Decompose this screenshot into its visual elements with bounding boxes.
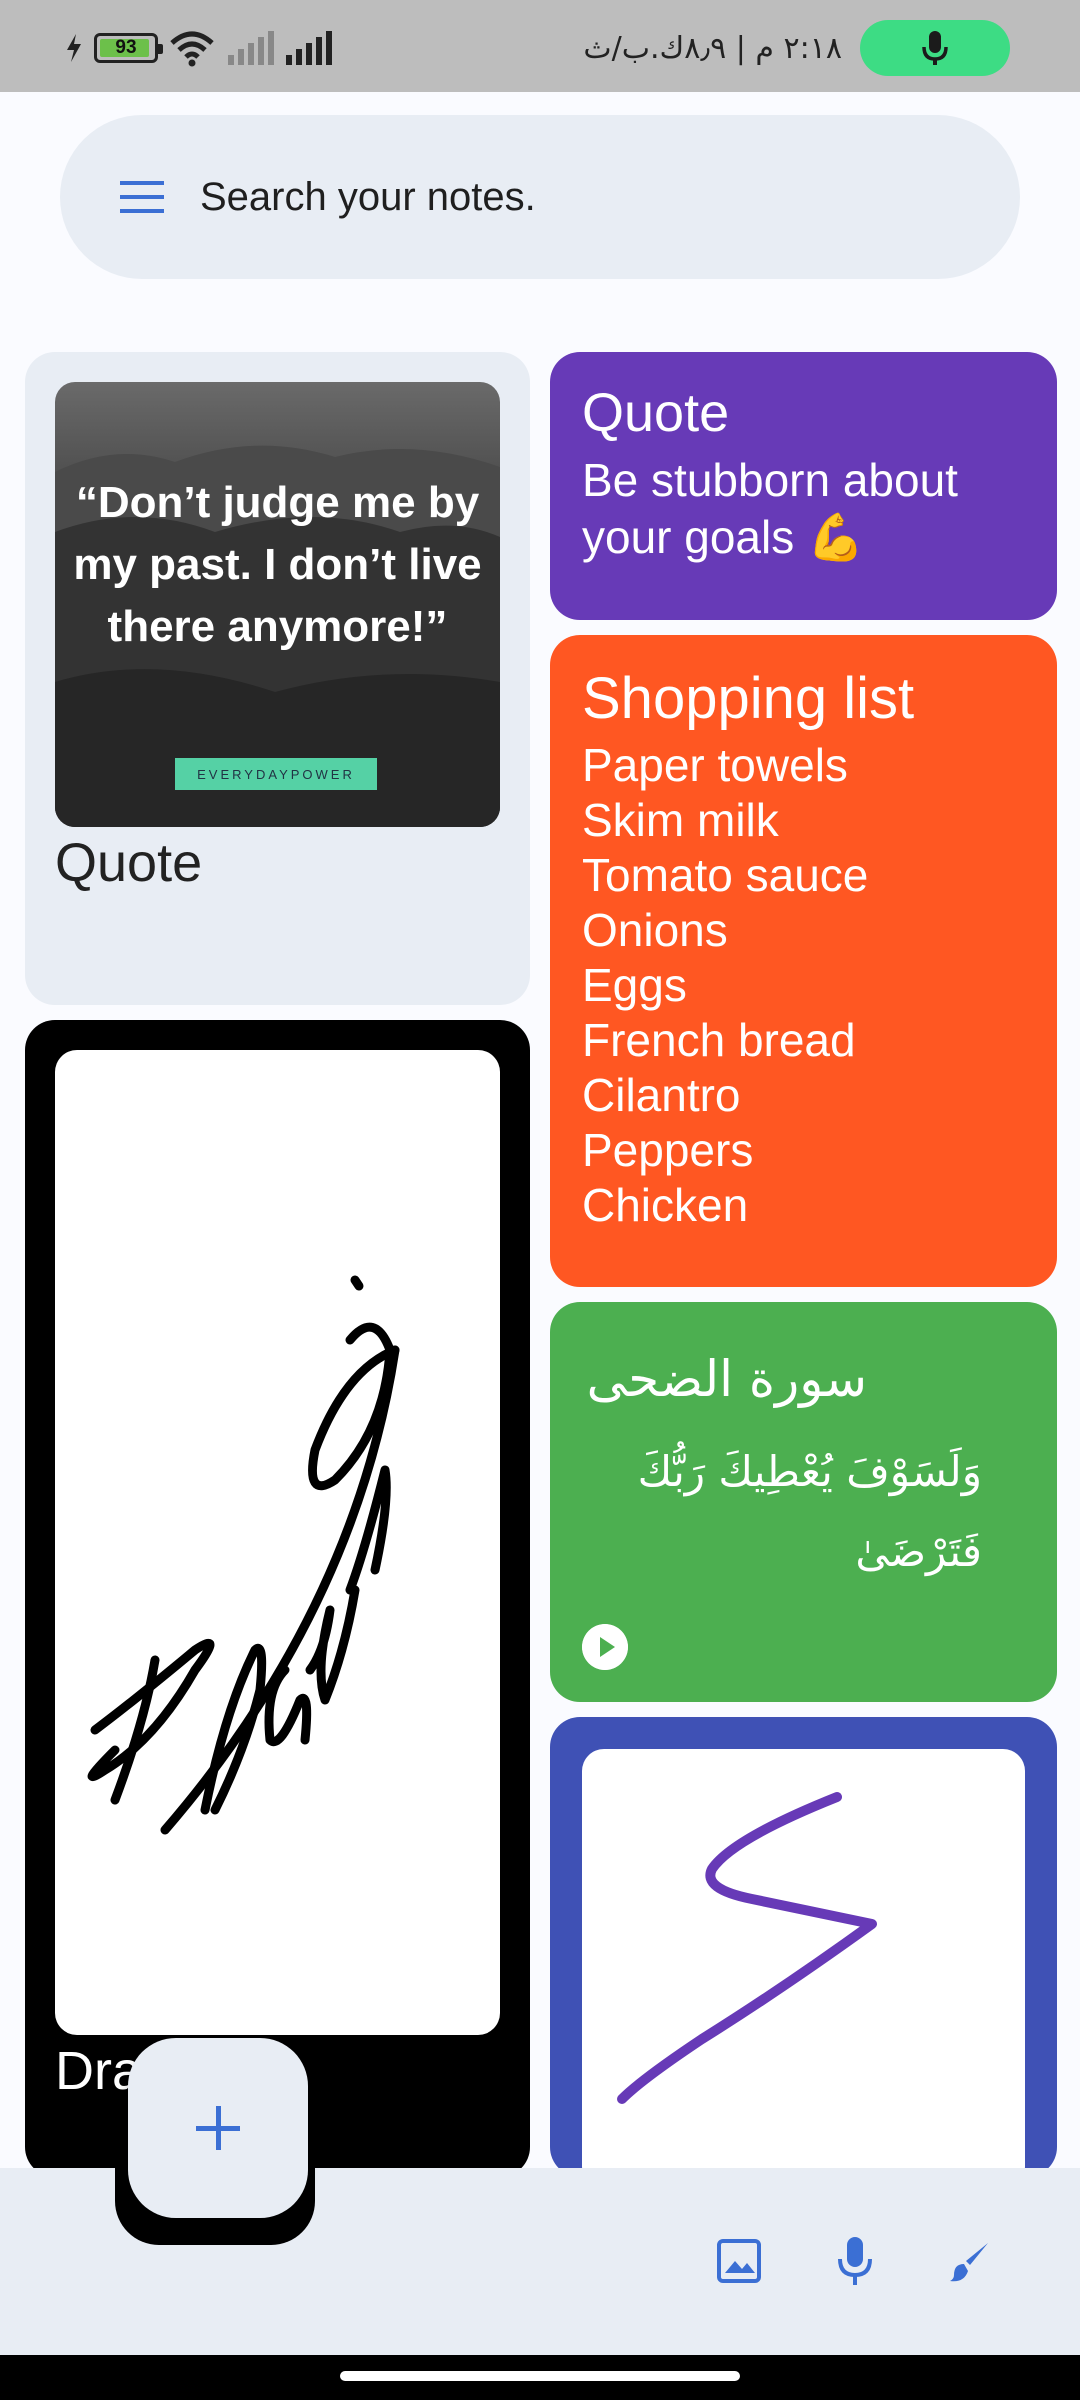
list-item: Peppers	[582, 1124, 754, 1176]
add-image-button[interactable]	[704, 2226, 774, 2296]
list-item: Cilantro	[582, 1069, 741, 1121]
note-body: وَلَسَوْفَ يُعْطِيكَ رَبُّكَ فَتَرْضَىٰ	[637, 1447, 982, 1576]
status-right: ٢:١٨ م | ٨٫٩ك.ب/ث	[583, 20, 1010, 76]
list-item: Onions	[582, 904, 728, 956]
quote-image-brand: EVERYDAYPOWER	[175, 758, 377, 790]
note-body: Be stubborn about your goals 💪	[582, 454, 958, 563]
list-item: Tomato sauce	[582, 849, 869, 901]
drawing-handwriting	[87, 1275, 400, 1835]
search-input[interactable]: Search your notes.	[200, 175, 536, 220]
battery-level: 93	[115, 37, 137, 58]
home-gesture-handle[interactable]	[340, 2371, 740, 2381]
add-drawing-button[interactable]	[935, 2226, 1005, 2296]
drawing-stroke	[617, 1792, 877, 2104]
quote-image-text: “Don’t judge me by my past. I don’t live…	[73, 478, 482, 651]
list-item: Eggs	[582, 959, 687, 1011]
note-title: Quote	[582, 383, 730, 443]
drawing-canvas	[55, 1050, 500, 2035]
system-nav-bar	[0, 2355, 1080, 2400]
note-card-quote-image[interactable]: “Don’t judge me by my past. I don’t live…	[25, 352, 530, 1005]
list-item: Paper towels	[582, 739, 848, 791]
mic-in-use-indicator[interactable]	[860, 20, 1010, 76]
list-item: Skim milk	[582, 794, 779, 846]
mic-icon	[922, 31, 948, 65]
note-title: Quote	[55, 833, 203, 893]
note-card-shopping-list[interactable]: Shopping list Paper towels Skim milk Tom…	[550, 635, 1057, 1287]
charging-icon	[67, 34, 81, 62]
note-card-drawing[interactable]: Dra	[25, 1020, 530, 2177]
note-card-audio[interactable]: سورة الضحى وَلَسَوْفَ يُعْطِيكَ رَبُّكَ …	[550, 1302, 1057, 1702]
note-title: Shopping list	[582, 666, 915, 731]
brush-icon	[950, 2243, 988, 2282]
new-note-button[interactable]	[128, 2038, 308, 2218]
wifi-icon	[170, 31, 214, 67]
signal-icon-sim1	[228, 31, 274, 65]
play-icon[interactable]	[582, 1624, 628, 1670]
status-bar: 93 ٢:١٨ م | ٨٫٩ك.ب/ث	[0, 0, 1080, 92]
checklist: Paper towels Skim milk Tomato sauce Onio…	[582, 738, 868, 1233]
status-left-icons: 93	[64, 28, 332, 68]
note-card-quote-text[interactable]: Quote Be stubborn about your goals 💪	[550, 352, 1057, 620]
drawing-canvas	[582, 1749, 1025, 2177]
menu-icon[interactable]	[120, 179, 164, 215]
search-bar[interactable]: Search your notes.	[60, 115, 1020, 279]
add-voice-button[interactable]	[820, 2226, 890, 2296]
list-item: Chicken	[582, 1179, 749, 1231]
status-time: ٢:١٨ م | ٨٫٩ك.ب/ث	[583, 30, 842, 66]
signal-icon-sim2	[286, 31, 332, 65]
plus-icon	[196, 2106, 240, 2150]
mic-icon	[838, 2237, 872, 2285]
image-icon	[717, 2239, 761, 2283]
list-item: French bread	[582, 1014, 856, 1066]
battery-icon: 93	[94, 33, 163, 63]
note-image: “Don’t judge me by my past. I don’t live…	[55, 382, 500, 827]
note-card-drawing-blue[interactable]	[550, 1717, 1057, 2177]
note-title: سورة الضحى	[586, 1350, 867, 1408]
